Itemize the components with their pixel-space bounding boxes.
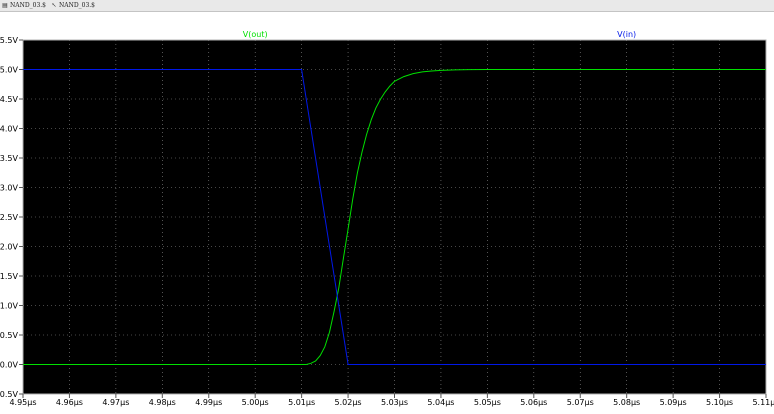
tab-waveform-view[interactable]: ▤ NAND_03.$ <box>2 1 46 10</box>
waveform-plot-pane[interactable]: 4.95µs 4.96µs 4.97µs 4.98µs 4.99µs 5.00µs 5.01… <box>0 12 774 410</box>
window-tab-bar: ▤ NAND_03.$ ↖ NAND_03.$ <box>0 0 774 12</box>
tab-label: NAND_03.$ <box>59 2 96 9</box>
x-tick-label: 5.07µs <box>567 398 594 407</box>
x-tick-label: 5.11µs <box>752 398 774 407</box>
x-tick-label: 5.06µs <box>520 398 547 407</box>
y-tick-label: 3.0V <box>0 184 19 193</box>
x-tick-label: 5.04µs <box>427 398 454 407</box>
waveform-chart[interactable]: 4.95µs 4.96µs 4.97µs 4.98µs 4.99µs 5.00µs 5.01… <box>0 12 774 410</box>
waveform-icon: ▤ <box>2 2 8 9</box>
x-tick-label: 4.96µs <box>56 398 83 407</box>
y-tick-label: 1.0V <box>0 302 19 311</box>
x-tick-label: 5.03µs <box>381 398 408 407</box>
x-tick-label: 5.00µs <box>242 398 269 407</box>
x-tick-label: 4.99µs <box>195 398 222 407</box>
y-tick-label: 3.5V <box>0 154 19 163</box>
y-tick-label: 5.0V <box>0 66 19 75</box>
y-tick-label: 1.5V <box>0 272 19 281</box>
y-tick-label: 2.0V <box>0 243 19 252</box>
y-tick-label: 0.5V <box>0 331 19 340</box>
x-tick-label: 5.05µs <box>474 398 501 407</box>
y-tick-label: 5.5V <box>0 36 19 45</box>
y-tick-label: 0.0V <box>0 361 19 370</box>
y-tick-label: 4.5V <box>0 95 19 104</box>
y-tick-label: 2.5V <box>0 213 19 222</box>
tab-schematic[interactable]: ↖ NAND_03.$ <box>51 1 95 10</box>
x-tick-label: 5.01µs <box>288 398 315 407</box>
schematic-icon: ↖ <box>51 2 57 9</box>
x-tick-label: 4.95µs <box>9 398 36 407</box>
x-tick-label: 4.98µs <box>149 398 176 407</box>
tab-label: NAND_03.$ <box>10 2 47 9</box>
y-tick-label: 4.0V <box>0 125 19 134</box>
x-tick-label: 5.02µs <box>335 398 362 407</box>
x-tick-label: 5.10µs <box>706 398 733 407</box>
x-tick-label: 5.08µs <box>613 398 640 407</box>
x-tick-label: 4.97µs <box>102 398 129 407</box>
x-tick-label: 5.09µs <box>660 398 687 407</box>
y-tick-label: -0.5V <box>0 390 19 399</box>
legend-label-vin[interactable]: V(in) <box>617 30 636 39</box>
legend-label-vout[interactable]: V(out) <box>243 30 268 39</box>
